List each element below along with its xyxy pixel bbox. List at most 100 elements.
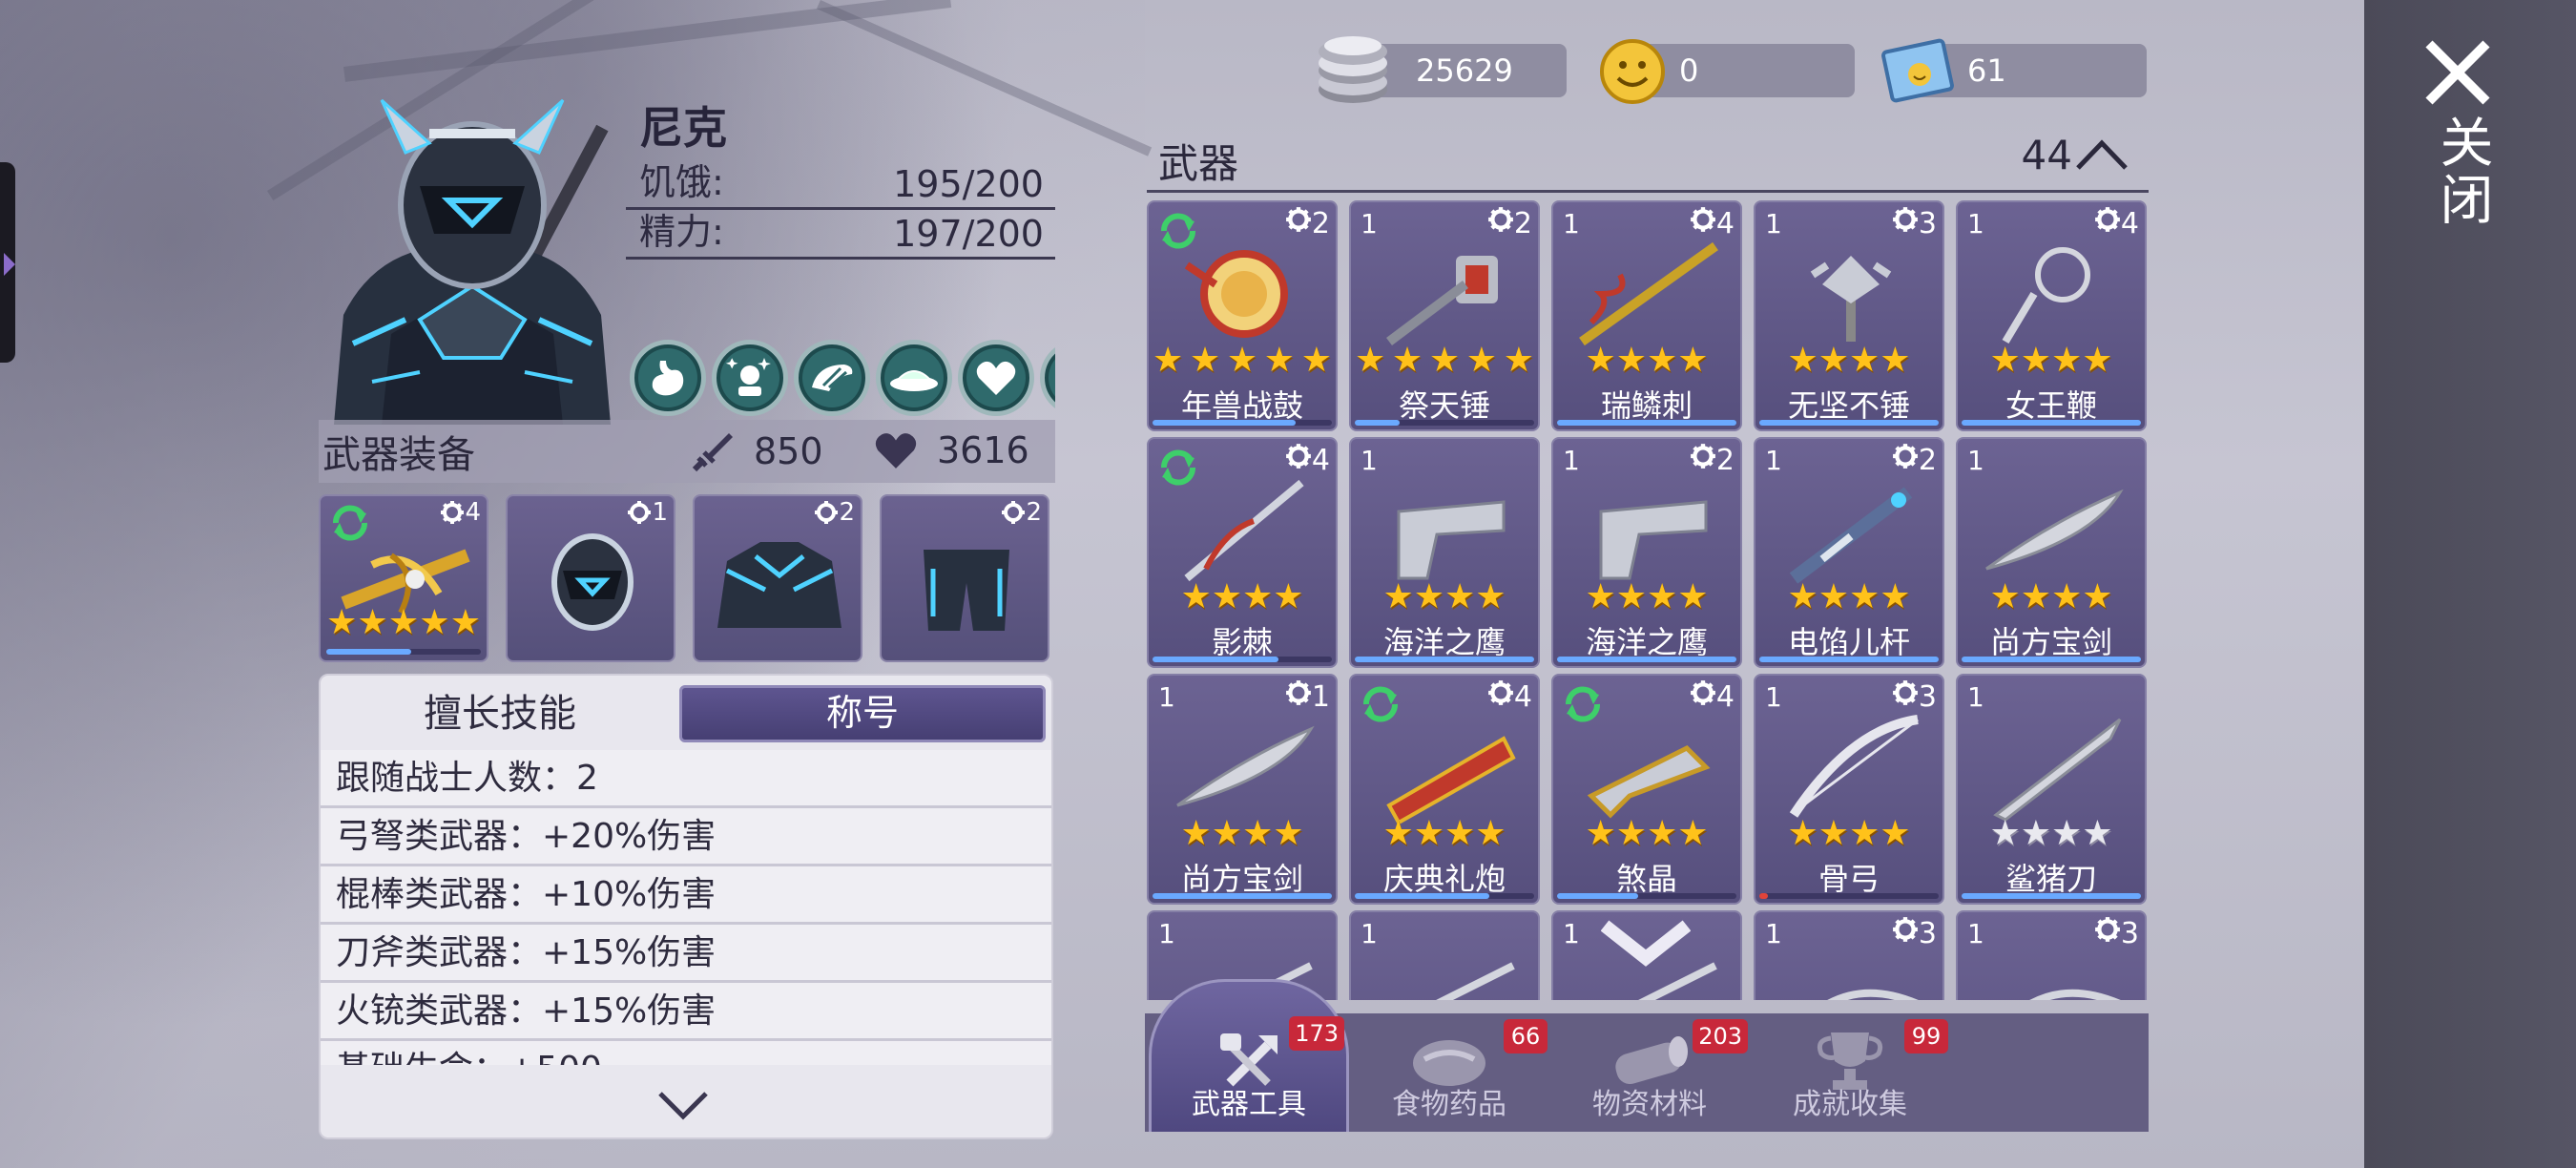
scroll-down-icon[interactable]	[1601, 920, 1691, 968]
equip-slot-helmet[interactable]: 1	[506, 494, 675, 662]
star-icon: ★	[1475, 577, 1506, 616]
weapon-progress	[1759, 893, 1939, 899]
weapon-image	[2029, 989, 2121, 1000]
equipment-header: 武器装备 850 3616	[319, 420, 1055, 483]
star-icon: ★	[1989, 341, 2021, 380]
close-icon[interactable]	[2421, 36, 2494, 109]
weapon-grid[interactable]: 2 ★ ★ ★ ★ ★ 年兽战鼓 1 2 ★ ★ ★ ★ ★ 祭天锤 1 4 ★ ★ ★ ★ 瑞鳞刺 1 3 ★ ★ ★ ★ 无坚不锤 1…	[1145, 197, 2156, 1000]
star-icon: ★	[2051, 341, 2083, 380]
weapon-stars: ★ ★ ★ ★	[1351, 580, 1538, 615]
weapon-count: 1	[1967, 681, 1984, 713]
tab-meat[interactable]: 66 食物药品	[1349, 1013, 1549, 1132]
star-icon: ★	[1585, 814, 1616, 853]
heart-icon[interactable]	[958, 340, 1034, 416]
tab-badge: 66	[1504, 1019, 1548, 1053]
star-icon: ★	[1787, 814, 1818, 853]
weapon-card[interactable]: 1 2 ★ ★ ★ ★ 电馅儿杆	[1754, 437, 1944, 668]
weapon-progress	[1153, 420, 1332, 426]
weapon-stars: ★ ★ ★ ★ ★	[1355, 344, 1534, 378]
character-portrait	[334, 98, 611, 425]
weapon-card[interactable]: 1 2 ★ ★ ★ ★ 海洋之鹰	[1551, 437, 1742, 668]
star-icon: ★	[1180, 577, 1212, 616]
weapon-count: 1	[1361, 208, 1378, 240]
weapon-card[interactable]: 1 2 ★ ★ ★ ★ ★ 祭天锤	[1349, 200, 1540, 431]
shell-icon[interactable]	[794, 340, 870, 416]
star-icon: ★	[1585, 577, 1616, 616]
star-icon: ★	[1615, 577, 1647, 616]
weapon-card[interactable]: 4 ★ ★ ★ ★ 煞晶	[1551, 674, 1742, 905]
weapon-card[interactable]: 4 ★ ★ ★ ★ 庆典礼炮	[1349, 674, 1540, 905]
side-drawer-handle[interactable]	[0, 162, 15, 363]
equip-slot-pants[interactable]: 2	[880, 494, 1049, 662]
character-name: 尼克	[639, 102, 727, 154]
weapon-image	[1993, 718, 2122, 822]
equip-slot-weapon[interactable]: 4 ★ ★ ★ ★ ★	[319, 494, 488, 662]
weapon-card[interactable]: 1 3 ★ ★ ★ ★ 骨弓	[1754, 674, 1944, 905]
weapon-count: 1	[1765, 681, 1782, 713]
weapon-image	[1789, 715, 1919, 818]
status-icon-overflow[interactable]	[1040, 340, 1055, 416]
star-icon: ★	[1465, 341, 1498, 380]
weapon-card[interactable]: 13	[1754, 910, 1944, 1000]
stomach-icon[interactable]	[630, 340, 706, 416]
weapon-stars: ★ ★ ★ ★	[1351, 817, 1538, 851]
skill-list[interactable]: 跟随战士人数：2 弓弩类武器：+20%伤害 棍棒类武器：+10%伤害 刀斧类武器…	[321, 750, 1051, 1065]
weapon-card[interactable]: 1 4 ★ ★ ★ ★ 女王鞭	[1956, 200, 2147, 431]
energy-label: 精力:	[639, 211, 724, 253]
weapon-level: 2	[1690, 443, 1735, 477]
close-label[interactable]: 关闭	[2423, 115, 2501, 229]
hunger-value: 195/200	[893, 163, 1044, 205]
smiley-value: 0	[1679, 52, 1699, 89]
armor-image	[717, 542, 841, 628]
star-icon: ★	[1391, 341, 1423, 380]
chevron-up-icon[interactable]	[2074, 136, 2129, 174]
star-icon: ★	[1615, 341, 1647, 380]
silver-coins-icon	[1319, 36, 1387, 103]
tab-badge: 173	[1289, 1016, 1344, 1051]
star-icon: ★	[1211, 814, 1242, 853]
tab-skills[interactable]: 擅长技能	[321, 685, 679, 742]
weapon-card[interactable]: 1	[1349, 910, 1540, 1000]
gear-icon	[1487, 679, 1514, 714]
weapon-card[interactable]: 1 ★ ★ ★ ★ 海洋之鹰	[1349, 437, 1540, 668]
tab-badge: 203	[1693, 1019, 1748, 1053]
star-icon: ★	[1180, 814, 1212, 853]
weapon-card[interactable]: 2 ★ ★ ★ ★ ★ 年兽战鼓	[1147, 200, 1338, 431]
weapon-card[interactable]: 1 1 ★ ★ ★ ★ 尚方宝剑	[1147, 674, 1338, 905]
weapon-card[interactable]: 1 3 ★ ★ ★ ★ 无坚不锤	[1754, 200, 1944, 431]
tab-trophy[interactable]: 99 成就收集	[1750, 1013, 1950, 1132]
weapon-level: 3	[1892, 916, 1937, 950]
gear-icon	[1285, 206, 1312, 240]
skill-row: 跟随战士人数：2	[321, 750, 1051, 808]
sparkle-face-icon[interactable]	[712, 340, 788, 416]
weapon-level: 3	[1892, 679, 1937, 714]
weapon-stars: ★ ★ ★ ★	[1553, 344, 1740, 378]
weapon-progress	[1759, 420, 1939, 426]
star-icon: ★	[1880, 341, 1911, 380]
close-panel[interactable]: 关闭	[2364, 0, 2576, 1168]
weapon-image	[1184, 250, 1288, 338]
star-icon: ★	[1585, 341, 1616, 380]
weapon-level: 2	[1285, 206, 1330, 240]
weapon-card[interactable]: 13	[1956, 910, 2147, 1000]
dish-icon[interactable]	[876, 340, 952, 416]
gear-icon	[1285, 679, 1312, 714]
chevron-down-icon[interactable]	[654, 1086, 712, 1124]
energy-stat: 精力: 197/200	[626, 210, 1055, 260]
star-icon: ★	[1677, 341, 1709, 380]
weapon-image	[2002, 247, 2090, 344]
skill-row: 刀斧类武器：+15%伤害	[321, 925, 1051, 983]
tab-tools[interactable]: 173 武器工具	[1149, 979, 1349, 1132]
weapon-card[interactable]: 4 ★ ★ ★ ★ 影棘	[1147, 437, 1338, 668]
tab-log[interactable]: 203 物资材料	[1549, 1013, 1750, 1132]
weapon-image	[1176, 725, 1315, 807]
equip-slot-armor[interactable]: 2	[693, 494, 862, 662]
tab-titles[interactable]: 称号	[679, 685, 1046, 742]
star-icon: ★	[1818, 341, 1849, 380]
weapon-card[interactable]: 1 ★ ★ ★ ★ 鲨猪刀	[1956, 674, 2147, 905]
weapon-card[interactable]: 1 4 ★ ★ ★ ★ 瑞鳞刺	[1551, 200, 1742, 431]
weapon-image	[1386, 736, 1516, 824]
star-icon: ★	[1849, 341, 1880, 380]
weapon-card[interactable]: 1 ★ ★ ★ ★ 尚方宝剑	[1956, 437, 2147, 668]
star-icon: ★	[2082, 341, 2113, 380]
